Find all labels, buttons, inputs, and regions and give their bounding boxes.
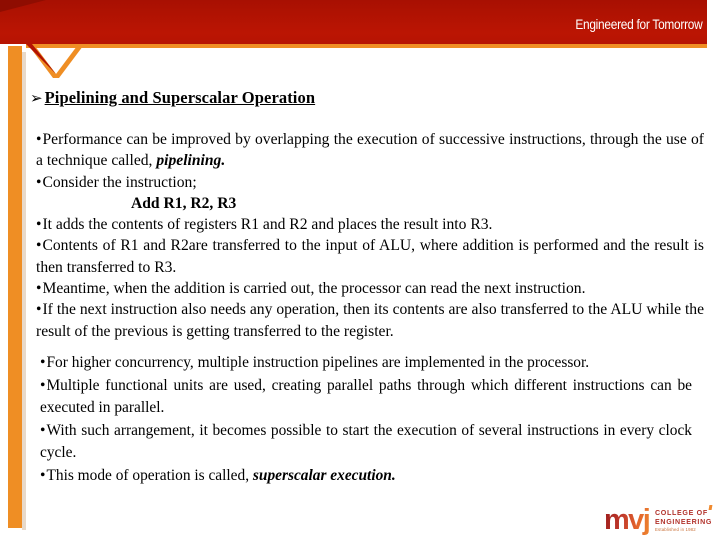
bullet-line: •Performance can be improved by overlapp… [36, 129, 704, 172]
line-text: Consider the instruction; [42, 173, 197, 191]
logo-line-3: Established in 1982 [655, 527, 696, 533]
left-accent-bar [8, 46, 22, 528]
bullet-line: •It adds the contents of registers R1 an… [36, 214, 704, 235]
bullet-line: •Consider the instruction; [36, 172, 704, 193]
logo-line-1: COLLEGE OF [655, 507, 709, 517]
banner-shape [0, 0, 707, 78]
emphasis-term: superscalar execution. [252, 466, 396, 484]
line-text: Performance can be improved by overlappi… [36, 131, 704, 170]
bullet-line: •This mode of operation is called, super… [40, 465, 692, 488]
instruction-literal: Add R1, R2, R3 [131, 194, 237, 212]
line-text: Contents of R1 and R2are transferred to … [36, 237, 704, 276]
line-text: This mode of operation is called, [46, 466, 253, 484]
logo-text-lockup: COLLEGE OF ENGINEERING Established in 19… [655, 507, 714, 533]
bullet-line: Add R1, R2, R3 [36, 193, 704, 214]
slide-heading: ➢ Pipelining and Superscalar Operation [30, 88, 315, 108]
left-bar-shadow [22, 52, 26, 530]
bullet-line: •If the next instruction also needs any … [36, 299, 704, 342]
line-text: Meantime, when the addition is carried o… [42, 280, 586, 298]
emphasis-term: pipelining. [156, 152, 226, 170]
logo-line-2: ENGINEERING [655, 517, 713, 526]
bullet-line: •Multiple functional units are used, cre… [40, 375, 692, 420]
line-text: It adds the contents of registers R1 and… [42, 216, 493, 234]
bullet-line: •With such arrangement, it becomes possi… [40, 420, 692, 465]
bullet-line: •For higher concurrency, multiple instru… [40, 352, 692, 375]
slide-title: Pipelining and Superscalar Operation [44, 88, 316, 107]
line-text: For higher concurrency, multiple instruc… [46, 354, 590, 371]
mvj-wordmark-icon: mvj [604, 505, 652, 535]
bullet-line: •Contents of R1 and R2are transferred to… [36, 235, 704, 278]
arrow-bullet-icon: ➢ [30, 89, 43, 107]
line-text: With such arrangement, it becomes possib… [40, 421, 692, 462]
line-text: Multiple functional units are used, crea… [40, 376, 692, 417]
content-block-secondary: •For higher concurrency, multiple instru… [40, 352, 692, 487]
header-banner: Engineered for Tomorrow [0, 0, 720, 78]
bullet-line: •Meantime, when the addition is carried … [36, 278, 704, 299]
content-block-primary: •Performance can be improved by overlapp… [36, 129, 704, 342]
mvj-logo: mvj COLLEGE OF ENGINEERING Established i… [604, 504, 714, 536]
banner-tagline: Engineered for Tomorrow [574, 17, 702, 32]
line-text: If the next instruction also needs any o… [36, 301, 704, 340]
